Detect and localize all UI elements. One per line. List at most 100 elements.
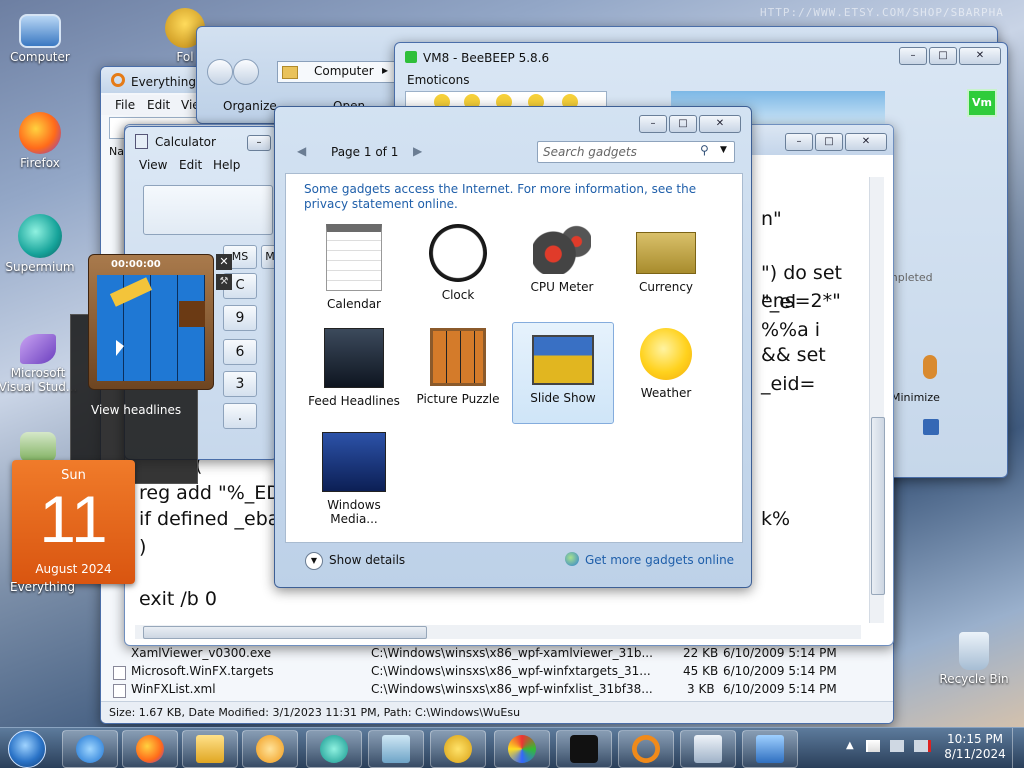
decimal-button[interactable]: . <box>223 403 257 429</box>
window-title: Calculator <box>155 135 216 149</box>
gadget-weather[interactable]: Weather <box>616 324 716 424</box>
taskbar-internet-explorer[interactable] <box>62 730 118 768</box>
minimize-button[interactable]: – <box>899 47 927 65</box>
show-hidden-icons-button[interactable]: ▲ <box>846 740 854 751</box>
menu-file[interactable]: File <box>115 98 135 112</box>
taskbar-notepad[interactable] <box>368 730 424 768</box>
table-row[interactable]: WinFXList.xml C:\Windows\winsxs\x86_wpf-… <box>111 681 881 699</box>
globe-icon <box>565 552 579 566</box>
table-row[interactable]: XamlViewer_v0300.exe C:\Windows\winsxs\x… <box>111 645 881 663</box>
taskbar-paint[interactable] <box>494 730 550 768</box>
maximize-button[interactable]: □ <box>815 133 843 151</box>
breadcrumb[interactable]: Computer ▸ <box>277 61 399 83</box>
search-icon[interactable]: ⚲ <box>700 143 709 157</box>
gadget-label: Slide Show <box>530 391 596 405</box>
gadget-gallery-window[interactable]: – □ ✕ ◀ Page 1 of 1 ▶ Search gadgets ⚲ ▼… <box>274 106 752 588</box>
firefox-icon <box>136 735 164 763</box>
gadget-windows-media[interactable]: Windows Media... <box>304 428 404 528</box>
clock[interactable]: 10:15 PM 8/11/2024 <box>940 732 1010 762</box>
gadget-options-icon[interactable]: ⚒ <box>216 274 232 290</box>
organize-button[interactable]: Organize <box>223 99 277 113</box>
next-page-button[interactable]: ▶ <box>413 144 422 158</box>
taskbar-explorer[interactable] <box>182 730 238 768</box>
vm-badge: Vm <box>967 89 997 117</box>
volume-muted-icon[interactable] <box>914 740 931 752</box>
flag-icon[interactable] <box>866 740 880 752</box>
taskbar-remote-desktop[interactable] <box>742 730 798 768</box>
desktop-icon-label: Everything <box>10 580 75 594</box>
back-button[interactable] <box>207 59 233 85</box>
desktop-icon-recycle-bin[interactable]: Recycle Bin <box>934 632 1014 686</box>
menu-edit[interactable]: Edit <box>147 98 170 112</box>
gadget-label: Weather <box>640 386 692 400</box>
taskbar-lock[interactable] <box>556 730 612 768</box>
taskbar-supermium[interactable] <box>306 730 362 768</box>
gadget-clock[interactable]: Clock <box>408 220 508 320</box>
taskbar-media-player[interactable] <box>242 730 298 768</box>
maximize-button[interactable]: □ <box>929 47 957 65</box>
previous-page-button[interactable]: ◀ <box>297 144 306 158</box>
cursor-icon <box>116 340 124 356</box>
file-name: Microsoft.WinFX.targets <box>131 664 274 678</box>
gadget-picture-puzzle[interactable]: Picture Puzzle <box>408 324 508 424</box>
menu-edit[interactable]: Edit <box>179 158 202 172</box>
gallery-content: Some gadgets access the Internet. For mo… <box>285 173 743 543</box>
network-icon[interactable] <box>890 740 904 752</box>
horizontal-scrollbar[interactable] <box>135 625 861 639</box>
desktop-icon-supermium[interactable]: Supermium <box>0 214 80 274</box>
code-line: if defined _eba <box>139 508 280 530</box>
privacy-notice[interactable]: Some gadgets access the Internet. For mo… <box>304 182 724 212</box>
calendar-gadget[interactable]: Sun 11 August 2024 <box>12 460 135 584</box>
gadget-feed-headlines[interactable]: Feed Headlines <box>304 324 404 424</box>
minimize-label[interactable]: Minimize <box>891 391 940 404</box>
gadget-slide-show[interactable]: Slide Show <box>512 322 614 424</box>
digit-3-button[interactable]: 3 <box>223 371 257 397</box>
scrollbar-thumb[interactable] <box>143 626 427 639</box>
scrollbar-thumb[interactable] <box>871 417 885 595</box>
breadcrumb-computer[interactable]: Computer <box>314 64 374 78</box>
search-placeholder: Search gadgets <box>543 145 637 159</box>
column-header-name[interactable]: Na <box>109 145 124 158</box>
start-orb-icon[interactable] <box>8 730 46 768</box>
taskbar-calculator[interactable] <box>680 730 736 768</box>
close-button[interactable]: ✕ <box>959 47 1001 65</box>
calculator-display <box>143 185 273 235</box>
menu-view[interactable]: View <box>139 158 167 172</box>
code-line: ens=2*" %%a i <box>761 290 841 341</box>
table-row[interactable]: Microsoft.WinFX.targets C:\Windows\winsx… <box>111 663 881 681</box>
maximize-button[interactable]: □ <box>669 115 697 133</box>
digit-6-button[interactable]: 6 <box>223 339 257 365</box>
minimize-button[interactable]: – <box>639 115 667 133</box>
chevron-right-icon: ▸ <box>382 63 389 77</box>
beebeep-app-icon <box>405 51 417 63</box>
puzzle-tile[interactable] <box>179 301 205 327</box>
window-title: VM8 - BeeBEEP 5.8.6 <box>423 51 550 65</box>
taskbar-firefox[interactable] <box>122 730 178 768</box>
gadget-calendar[interactable]: Calendar <box>304 220 404 320</box>
taskbar-beebeep[interactable] <box>430 730 486 768</box>
microphone-icon[interactable] <box>923 355 937 379</box>
close-button[interactable]: ✕ <box>845 133 887 151</box>
search-gadgets-input[interactable]: Search gadgets ⚲ ▼ <box>537 141 735 163</box>
desktop-icon-visual-studio[interactable]: Microsoft Visual Stud... <box>0 334 78 394</box>
gadget-close-button[interactable]: ✕ <box>216 254 232 270</box>
desktop-icon-computer[interactable]: Computer <box>0 10 80 64</box>
gadget-currency[interactable]: Currency <box>616 220 716 320</box>
close-button[interactable]: ✕ <box>699 115 741 133</box>
minimize-button[interactable]: – <box>247 135 271 151</box>
forward-button[interactable] <box>233 59 259 85</box>
desktop-icon-firefox[interactable]: Firefox <box>0 112 80 170</box>
puzzle-board[interactable] <box>97 275 205 381</box>
vertical-scrollbar[interactable] <box>869 177 885 623</box>
minimize-button[interactable]: – <box>785 133 813 151</box>
menu-help[interactable]: Help <box>213 158 240 172</box>
taskbar-everything[interactable] <box>618 730 674 768</box>
digit-9-button[interactable]: 9 <box>223 305 257 331</box>
code-line: exit /b 0 <box>139 588 217 610</box>
supermium-icon <box>320 735 348 763</box>
chevron-down-icon[interactable]: ▼ <box>720 145 727 155</box>
show-desktop-button[interactable] <box>1012 728 1024 768</box>
save-icon[interactable] <box>923 419 939 435</box>
picture-puzzle-gadget[interactable]: 00:00:00 <box>88 254 214 390</box>
gadget-cpu-meter[interactable]: CPU Meter <box>512 220 612 320</box>
